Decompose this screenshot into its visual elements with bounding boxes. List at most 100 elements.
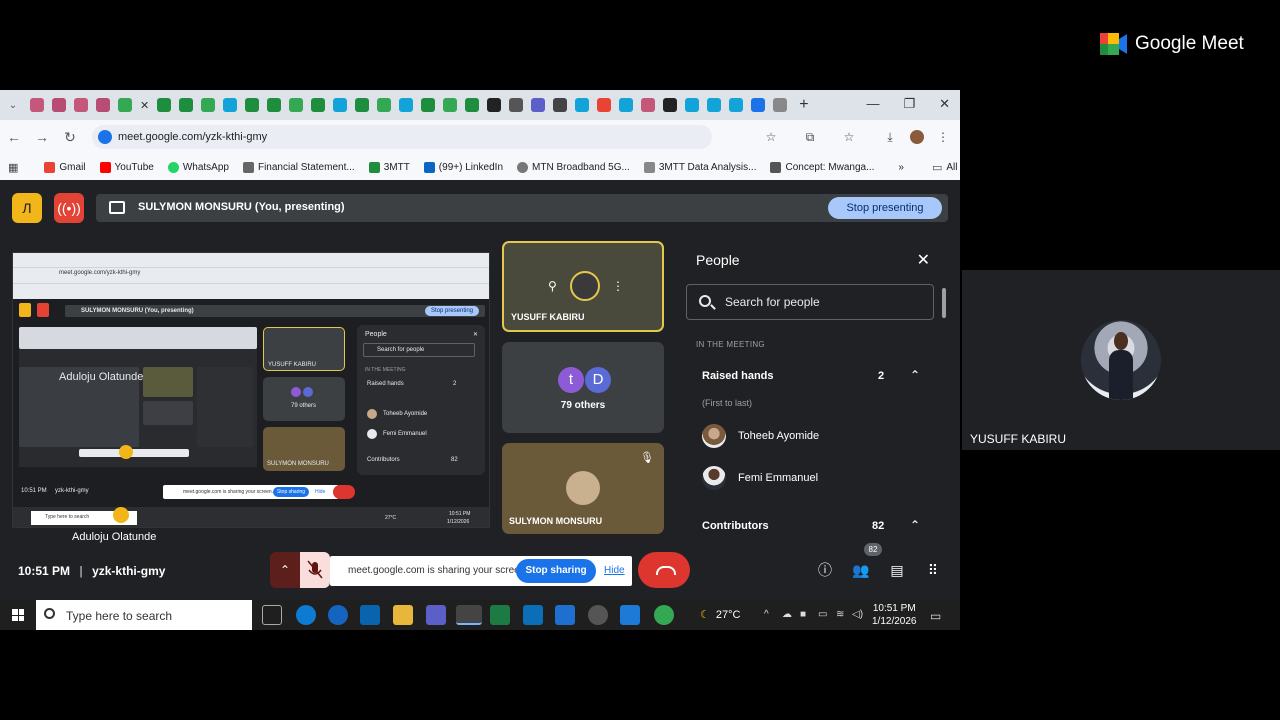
reload-icon[interactable]: ↻	[56, 129, 84, 146]
tab-icon[interactable]	[201, 98, 216, 112]
system-clock[interactable]: 10:51 PM 1/12/2026	[872, 602, 917, 628]
bookmark-youtube[interactable]: YouTube	[99, 161, 154, 173]
more-bookmarks[interactable]: »	[898, 162, 904, 173]
live-button[interactable]: ((•))	[54, 193, 84, 223]
tab-icon[interactable]	[333, 98, 348, 112]
mic-toggle-button[interactable]	[300, 552, 330, 588]
task-view-icon[interactable]	[262, 605, 282, 625]
tab-icon[interactable]	[399, 98, 414, 112]
tab-icon[interactable]	[311, 98, 326, 112]
close-window-icon[interactable]: ✕	[939, 96, 950, 112]
calculator-icon[interactable]	[523, 605, 543, 625]
apps-grid-icon[interactable]: ▦	[8, 161, 18, 174]
activities-button[interactable]: Л	[12, 193, 42, 223]
battery-icon[interactable]: ▭	[818, 609, 827, 620]
outlook-new-icon[interactable]	[328, 605, 348, 625]
tab-icon[interactable]	[118, 98, 132, 112]
tab-icon[interactable]	[30, 98, 44, 112]
tab-icon[interactable]	[443, 98, 458, 112]
activities-grid-icon[interactable]: ⠿	[924, 561, 942, 579]
tab-icon[interactable]	[52, 98, 66, 112]
more-options-icon[interactable]: ⋮	[612, 279, 624, 293]
meeting-info-icon[interactable]: ⓘ	[816, 561, 834, 579]
tab-icon[interactable]	[465, 98, 480, 112]
url-input[interactable]: meet.google.com/yzk-kthi-gmy	[92, 125, 712, 149]
tab-search-icon[interactable]: ⌄	[0, 100, 26, 111]
app-icon[interactable]	[555, 605, 575, 625]
minimize-icon[interactable]: —	[866, 96, 879, 112]
tab-icon[interactable]	[355, 98, 370, 112]
wifi-icon[interactable]: ≋	[836, 609, 844, 620]
raised-hands-group[interactable]: Raised hands 2 ⌃	[702, 368, 922, 382]
app-tray-icon[interactable]: ■	[800, 609, 806, 620]
chevron-up-icon[interactable]: ⌃	[910, 368, 920, 382]
tab-icon[interactable]	[245, 98, 260, 112]
stop-sharing-button[interactable]: Stop sharing	[516, 559, 596, 583]
tab-icon[interactable]	[421, 98, 436, 112]
scrollbar[interactable]	[942, 288, 946, 318]
participant-tile-self[interactable]: 🎙 SULYMON MONSURU	[502, 443, 664, 534]
tab-icon[interactable]	[575, 98, 590, 112]
bookmark-gmail[interactable]: Gmail	[44, 161, 86, 173]
tab-icon[interactable]	[729, 98, 744, 112]
tab-icon[interactable]	[619, 98, 634, 112]
notifications-icon[interactable]: ▭	[930, 609, 941, 623]
tab-icon[interactable]	[641, 98, 656, 112]
leave-call-button[interactable]	[638, 552, 690, 588]
close-icon[interactable]: ✕	[917, 250, 930, 270]
bookmark-whatsapp[interactable]: WhatsApp	[167, 161, 229, 173]
file-explorer-icon[interactable]	[393, 605, 413, 625]
restore-icon[interactable]: ❐	[903, 96, 915, 112]
tab-icon[interactable]	[157, 98, 172, 112]
tab-icon[interactable]	[531, 98, 546, 112]
site-info-icon[interactable]	[98, 130, 112, 144]
tab-icon[interactable]	[553, 98, 568, 112]
tray-chevron-icon[interactable]: ^	[764, 609, 769, 620]
search-input[interactable]: Search for people	[686, 284, 934, 320]
all-bookmarks[interactable]: ▭All Bookmarks	[932, 161, 960, 174]
tab-icon[interactable]	[685, 98, 700, 112]
tab-icon[interactable]	[487, 98, 502, 112]
participant-tile-speaker[interactable]: ⚲ ⋮ YUSUFF KABIRU	[502, 241, 664, 332]
new-tab-icon[interactable]: +	[799, 96, 808, 114]
windows-start-icon[interactable]	[12, 609, 24, 621]
outlook-icon[interactable]	[360, 605, 380, 625]
chrome-active-icon[interactable]	[456, 605, 482, 625]
bookmark-3mtt-data[interactable]: 3MTT Data Analysis...	[643, 161, 756, 173]
tab-icon[interactable]	[597, 98, 612, 112]
bookmark-financial[interactable]: Financial Statement...	[242, 161, 355, 173]
download-icon[interactable]: ⤓	[883, 130, 897, 144]
tab-icon[interactable]	[509, 98, 524, 112]
tab-icon[interactable]	[96, 98, 110, 112]
tab-icon[interactable]	[74, 98, 88, 112]
tab-icon[interactable]	[377, 98, 392, 112]
forward-icon[interactable]: →	[28, 129, 56, 145]
bookmark-3mtt[interactable]: 3MTT	[368, 161, 410, 173]
weather-widget[interactable]: ☾ 27°C	[700, 608, 740, 621]
stop-presenting-button[interactable]: Stop presenting	[828, 197, 942, 219]
back-icon[interactable]: ←	[0, 129, 28, 145]
bookmark-linkedin[interactable]: (99+) LinkedIn	[423, 161, 503, 173]
list-item[interactable]: Toheeb Ayomide	[702, 424, 922, 450]
bookmarks-icon[interactable]: ☆	[842, 130, 856, 144]
audio-options-button[interactable]: ⌃	[270, 552, 300, 588]
settings-icon[interactable]	[588, 605, 608, 625]
tab-icon[interactable]	[773, 98, 788, 112]
list-item[interactable]: Femi Emmanuel	[702, 466, 922, 492]
hide-link[interactable]: Hide	[604, 565, 625, 576]
chrome-icon[interactable]	[654, 605, 674, 625]
onedrive-icon[interactable]: ☁	[782, 609, 792, 620]
volume-icon[interactable]: ◁)	[852, 609, 863, 620]
bookmark-star-icon[interactable]: ☆	[764, 130, 778, 144]
profile-avatar-icon[interactable]	[910, 130, 924, 144]
menu-icon[interactable]: ⋮	[936, 130, 950, 144]
close-tab-icon[interactable]: ✕	[140, 99, 149, 112]
tab-icon[interactable]	[751, 98, 766, 112]
participant-tile-others[interactable]: t D 79 others	[502, 342, 664, 433]
bookmark-concept[interactable]: Concept: Mwanga...	[770, 161, 874, 173]
tab-icon[interactable]	[223, 98, 238, 112]
pin-icon[interactable]: ⚲	[548, 279, 557, 293]
tab-icon[interactable]	[179, 98, 194, 112]
teams-icon[interactable]	[426, 605, 446, 625]
app-icon[interactable]	[620, 605, 640, 625]
